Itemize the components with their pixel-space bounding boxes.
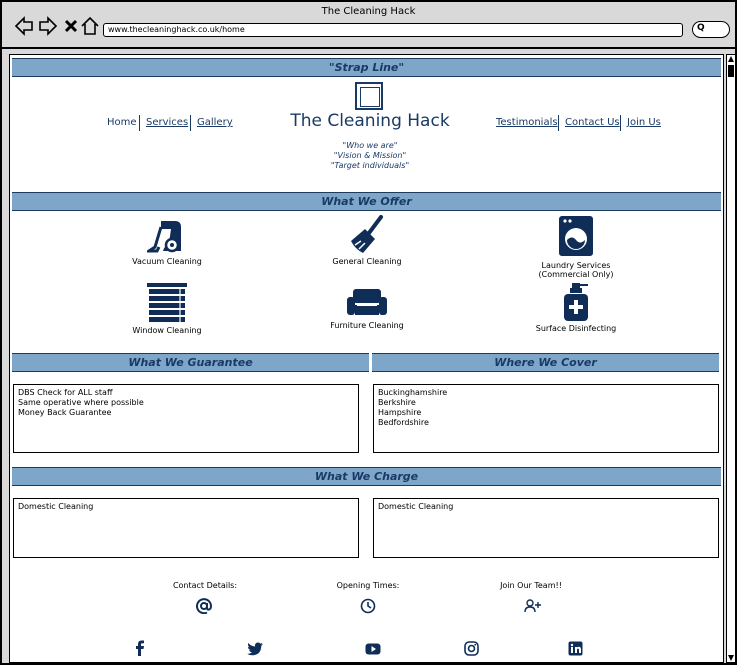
service-general[interactable]: General Cleaning [322, 215, 412, 266]
facebook-icon[interactable] [133, 640, 147, 656]
service-label: Window Cleaning [132, 326, 202, 335]
nav-separator [190, 115, 191, 131]
cover-box: Buckinghamshire Berkshire Hampshire Bedf… [373, 384, 719, 453]
service-vacuum[interactable]: Vacuum Cleaning [122, 217, 212, 266]
window-blinds-icon [147, 283, 187, 322]
scroll-down-icon[interactable] [728, 655, 734, 661]
service-label: Laundry Services [541, 261, 611, 270]
charge-item: Domestic Cleaning [18, 502, 94, 511]
vertical-scrollbar[interactable] [726, 54, 736, 663]
service-disinfecting[interactable]: Surface Disinfecting [528, 282, 624, 333]
vacuum-icon [147, 221, 181, 253]
search-box[interactable]: Q [692, 21, 730, 38]
cover-item: Berkshire [378, 398, 416, 407]
browser-titlebar: The Cleaning Hack www.thecleaninghack.co… [2, 2, 735, 49]
browser-window: The Cleaning Hack www.thecleaninghack.co… [0, 0, 737, 665]
nav-separator [558, 115, 559, 131]
instagram-icon[interactable] [464, 641, 479, 656]
service-label: Furniture Cleaning [330, 321, 404, 330]
charge-box-right: Domestic Cleaning [373, 498, 719, 558]
washing-machine-icon [559, 216, 593, 256]
service-window[interactable]: Window Cleaning [122, 282, 212, 335]
clock-icon[interactable] [360, 598, 376, 614]
opening-times-label: Opening Times: [336, 581, 400, 590]
guarantee-heading: What We Guarantee [12, 353, 369, 372]
guarantee-item: DBS Check for ALL staff [18, 388, 113, 397]
nav-services[interactable]: Services [146, 117, 188, 128]
contact-details-label: Contact Details: [172, 581, 238, 590]
tagline-vision: "Vision & Mission" [333, 151, 407, 160]
at-sign-icon[interactable] [196, 598, 212, 614]
cover-item: Hampshire [378, 408, 422, 417]
linkedin-icon[interactable] [568, 641, 583, 656]
nav-separator [139, 115, 140, 131]
back-arrow-icon[interactable] [14, 16, 34, 36]
url-bar[interactable]: www.thecleaninghack.co.uk/home [103, 23, 683, 37]
scrollbar-thumb[interactable] [728, 65, 734, 77]
service-label: Surface Disinfecting [535, 324, 617, 333]
tagline-target: "Target individuals" [330, 161, 410, 170]
nav-contact-us[interactable]: Contact Us [565, 117, 620, 128]
spray-bottle-icon [564, 283, 588, 321]
nav-separator [620, 115, 621, 131]
sofa-icon [347, 289, 387, 315]
page-viewport: "Strap Line" Home Services Gallery Testi… [9, 54, 724, 663]
forward-arrow-icon[interactable] [38, 16, 58, 36]
guarantee-item: Money Back Guarantee [18, 408, 112, 417]
cover-heading: Where We Cover [372, 353, 719, 372]
nav-home[interactable]: Home [107, 117, 137, 128]
window-title: The Cleaning Hack [321, 6, 416, 17]
service-label: General Cleaning [332, 257, 402, 266]
service-laundry[interactable]: Laundry Services (Commercial Only) [528, 215, 624, 279]
broom-icon [351, 215, 383, 253]
scroll-up-icon[interactable] [728, 56, 734, 62]
cover-item: Bedfordshire [378, 418, 429, 427]
guarantee-box: DBS Check for ALL staff Same operative w… [13, 384, 359, 453]
home-icon[interactable] [80, 16, 100, 36]
charge-box-left: Domestic Cleaning [13, 498, 359, 558]
nav-testimonials[interactable]: Testimonials [496, 117, 558, 128]
nav-join-us[interactable]: Join Us [627, 117, 661, 128]
service-sublabel: (Commercial Only) [538, 270, 614, 279]
add-user-icon[interactable] [524, 598, 542, 614]
service-furniture[interactable]: Furniture Cleaning [322, 287, 412, 330]
service-label: Vacuum Cleaning [132, 257, 202, 266]
join-team-label: Join Our Team!! [500, 581, 562, 590]
guarantee-item: Same operative where possible [18, 398, 144, 407]
brand-title: The Cleaning Hack [290, 111, 450, 131]
search-icon: Q [697, 23, 705, 33]
logo-icon[interactable] [355, 82, 383, 110]
stop-icon[interactable] [61, 16, 81, 36]
tagline-who: "Who we are" [342, 141, 398, 150]
offer-heading: What We Offer [12, 192, 721, 211]
cover-item: Buckinghamshire [378, 388, 448, 397]
twitter-icon[interactable] [247, 642, 263, 656]
strap-line-band: "Strap Line" [12, 58, 721, 77]
charge-item: Domestic Cleaning [378, 502, 454, 511]
charge-heading: What We Charge [12, 467, 721, 486]
youtube-icon[interactable] [365, 643, 381, 655]
nav-gallery[interactable]: Gallery [197, 117, 233, 128]
